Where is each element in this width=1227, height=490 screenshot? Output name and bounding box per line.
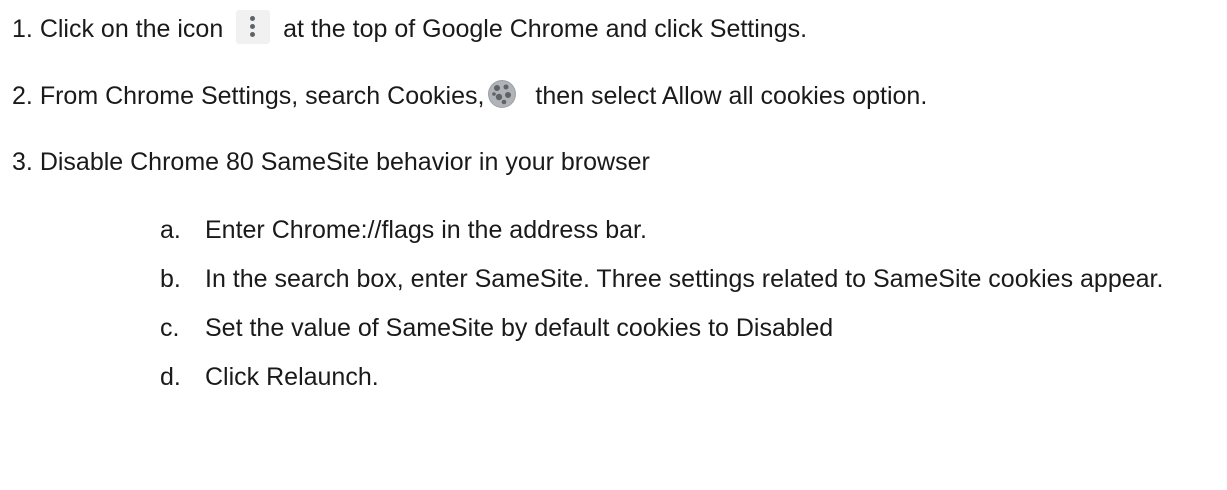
step-text-before-icon: From Chrome Settings, search Cookies, (39, 82, 485, 110)
substep-marker: b. (160, 265, 181, 293)
substep-text: Enter Chrome://flags in the address bar. (205, 216, 647, 244)
substep-text: In the search box, enter SameSite. Three… (205, 265, 1164, 293)
substep-a: a. Enter Chrome://flags in the address b… (160, 212, 1220, 249)
step-3: 3. Disable Chrome 80 SameSite behavior i… (12, 147, 650, 177)
substep-text: Set the value of SameSite by default coo… (205, 314, 834, 342)
step-text-after-icon: at the top of Google Chrome and click Se… (283, 15, 808, 43)
instructions-document: 1. Click on the icon at the top of Googl… (0, 0, 1227, 490)
step-1: 1. Click on the icon at the top of Googl… (12, 10, 808, 45)
substep-list: a. Enter Chrome://flags in the address b… (160, 212, 1220, 396)
substep-marker: a. (160, 216, 181, 244)
substep-text: Click Relaunch. (205, 363, 379, 391)
cookie-icon (486, 78, 518, 110)
three-dot-menu-icon (236, 10, 271, 45)
substep-marker: d. (160, 363, 181, 391)
step-text: Disable Chrome 80 SameSite behavior in y… (39, 148, 650, 176)
substep-b: b. In the search box, enter SameSite. Th… (160, 261, 1220, 298)
step-text-before-icon: Click on the icon (39, 15, 224, 43)
step-text-after-icon: then select Allow all cookies option. (535, 82, 928, 110)
substep-d: d. Click Relaunch. (160, 359, 1220, 396)
substep-c: c. Set the value of SameSite by default … (160, 310, 1220, 347)
substep-marker: c. (160, 314, 180, 342)
step-number: 2. (12, 82, 33, 110)
step-number: 1. (12, 15, 33, 43)
step-number: 3. (12, 148, 33, 176)
step-2: 2. From Chrome Settings, search Cookies,… (12, 78, 928, 111)
